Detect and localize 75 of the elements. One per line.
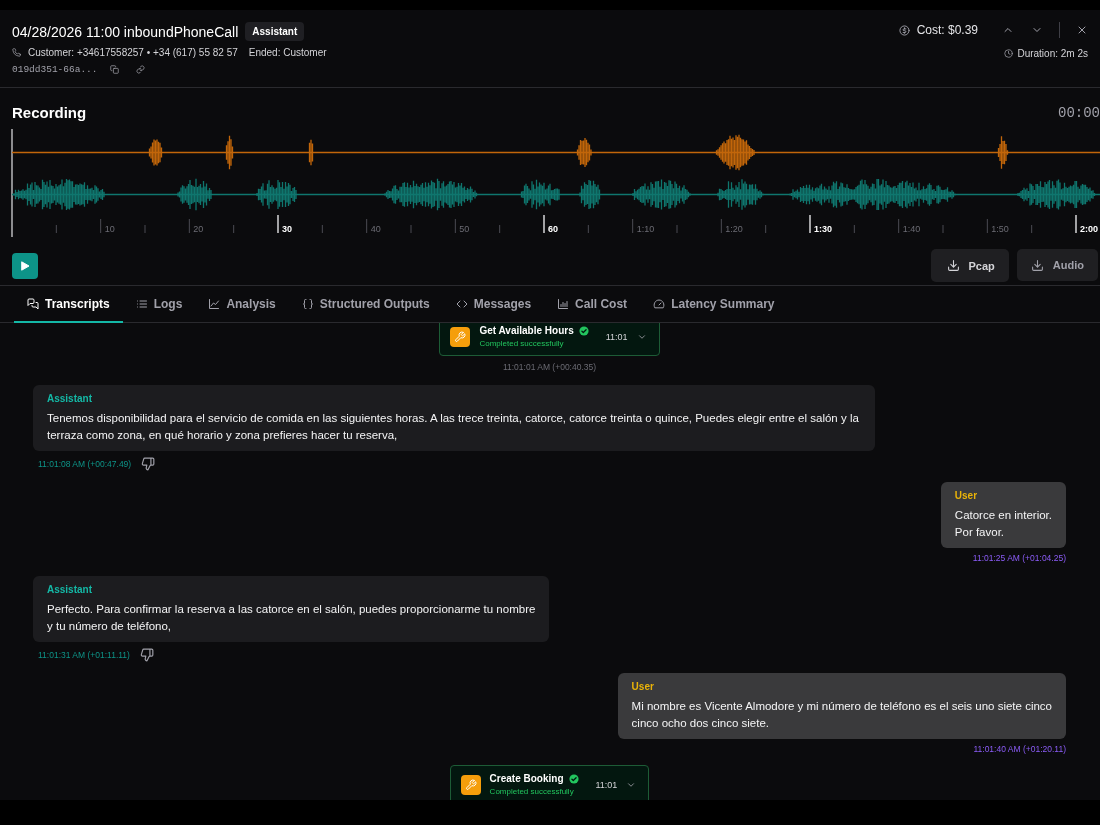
timeline-label: 2:00 — [1080, 224, 1098, 234]
tool-call-card[interactable]: Create Booking Completed successfully 11:01 — [449, 765, 650, 800]
link-icon — [135, 65, 145, 74]
timestamp: 11:01:08 AM (+00:47.49) — [38, 459, 132, 469]
speaker-label: User — [954, 490, 979, 501]
call-title: 04/28/2026 11:00 inboundPhoneCall — [12, 23, 239, 40]
chat-icon — [27, 297, 39, 310]
tab[interactable]: Messages — [442, 286, 545, 323]
ended-by: Ended: Customer — [248, 47, 327, 58]
braces-icon — [301, 297, 314, 310]
clock-icon — [1004, 49, 1014, 58]
check-circle-icon — [568, 773, 579, 784]
message-text: Tenemos disponibilidad para el servicio de comida en las siguientes horas. A las trece treinta, catorce, catorce treinta o quince, Puedes elegir entre el salón y la terraza como zona, en qué horario y zona prefieres hacer tu reserva, — [47, 411, 860, 443]
wrench-icon — [460, 774, 481, 795]
tab[interactable]: Call Cost — [544, 286, 641, 323]
timeline-label: 40 — [370, 224, 381, 234]
check-circle-icon — [578, 325, 589, 336]
message-text: Catorce en interior. Por favor. — [954, 508, 1052, 540]
tool-time: 11:01 — [595, 779, 618, 790]
tab[interactable]: Logs — [122, 286, 196, 323]
tab[interactable]: Transcripts — [14, 286, 123, 323]
play-icon — [19, 259, 31, 272]
line-chart-icon — [208, 297, 221, 310]
speaker-label: Assistant — [47, 584, 93, 595]
timeline-label: 1:50 — [991, 224, 1009, 234]
phone-icon — [12, 48, 21, 57]
customer-number: Customer: +34617558257 • +34 (617) 55 82 57 — [28, 47, 238, 58]
tool-status: Completed successfully — [479, 339, 565, 348]
timeline-label: 1:20 — [725, 224, 743, 234]
timeline-label: 10 — [104, 224, 115, 234]
wrench-icon — [450, 326, 471, 347]
thumbs-down-icon — [139, 648, 154, 662]
close-icon — [1076, 24, 1088, 36]
dollar-icon — [898, 24, 910, 36]
tool-name: Get Available Hours — [479, 325, 574, 336]
download-icon — [946, 259, 960, 272]
download-button[interactable]: Pcap — [930, 249, 1009, 282]
timestamp: 11:01:40 AM (+01:20.11) — [973, 744, 1066, 754]
tab[interactable]: Analysis — [195, 286, 289, 323]
speaker-label: Assistant — [47, 393, 93, 404]
download-icon — [1030, 258, 1044, 272]
timeline-label: 60 — [548, 224, 558, 234]
list-icon — [135, 297, 148, 310]
timeline-label: 50 — [459, 224, 470, 234]
call-id: 019dd351-66a... — [12, 64, 98, 75]
timestamp: 11:01:25 AM (+01:04.25) — [972, 553, 1066, 563]
tool-name: Create Booking — [489, 773, 564, 784]
role-badge: Assistant — [245, 22, 305, 41]
call-cost: Cost: $0.39 — [916, 23, 978, 37]
timeline-label: 1:10 — [636, 224, 655, 234]
tab[interactable]: Structured Outputs — [288, 286, 443, 323]
tool-status: Completed successfully — [489, 787, 575, 796]
tool-time: 11:01 — [605, 331, 628, 342]
timestamp: 11:01:01 AM (+00:40.35) — [502, 362, 597, 372]
thumbs-down-button[interactable] — [139, 648, 154, 662]
timeline-label: 1:30 — [814, 224, 832, 234]
copy-icon — [109, 65, 119, 74]
thumbs-down-button[interactable] — [141, 457, 156, 471]
playback-time: 00:00 — [1058, 104, 1100, 121]
bar-chart-icon — [557, 297, 570, 310]
timeline-label: 1:40 — [902, 224, 921, 234]
tab[interactable]: Latency Summary — [640, 286, 788, 323]
tool-call-card[interactable]: Get Available Hours Completed successfully 11:01 — [439, 323, 660, 356]
call-duration: Duration: 2m 2s — [1017, 48, 1088, 59]
recording-title: Recording — [12, 104, 87, 121]
timeline-label: 30 — [282, 224, 292, 234]
thumbs-down-icon — [141, 457, 156, 471]
speaker-label: User — [631, 681, 655, 692]
timeline-label: 20 — [193, 224, 204, 234]
message-text: Mi nombre es Vicente Almodore y mi número de teléfono es el seis uno siete cinco cinco ocho dos cinco siete. — [631, 699, 1052, 731]
download-button[interactable]: Audio — [1016, 249, 1098, 281]
play-button[interactable] — [12, 252, 38, 279]
message-text: Perfecto. Para confirmar la reserva a las catorce en el salón, puedes proporcionarme tu nombre y tu número de teléfono, — [47, 602, 536, 634]
gauge-icon — [653, 297, 666, 310]
timestamp: 11:01:31 AM (+01:11.11) — [38, 650, 130, 660]
